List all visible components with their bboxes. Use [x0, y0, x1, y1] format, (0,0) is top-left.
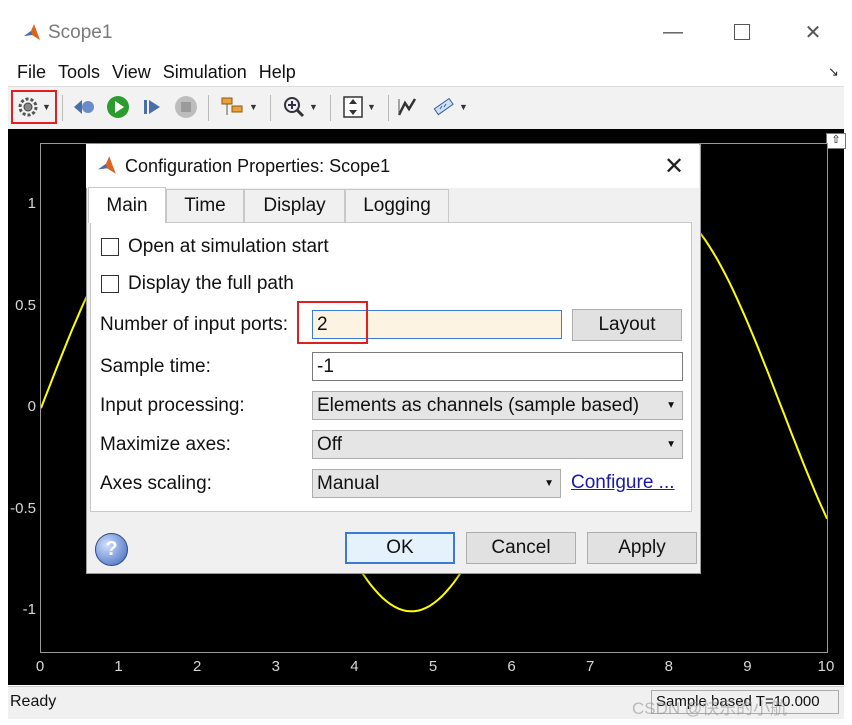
measurement-button[interactable]: ▼: [426, 93, 474, 121]
menu-view[interactable]: View: [112, 62, 151, 83]
x-tick-label: 5: [428, 658, 438, 675]
matlab-logo-icon: [98, 156, 116, 174]
toolbar-separator: [330, 95, 331, 121]
maximize-button[interactable]: [719, 14, 765, 50]
chevron-down-icon: ▼: [249, 102, 258, 112]
toolbar-separator: [62, 95, 63, 121]
toolbar-separator: [208, 95, 209, 121]
stop-icon: [175, 96, 197, 118]
x-tick-label: 10: [817, 658, 835, 675]
expand-icon: ⇧: [831, 134, 841, 146]
step-forward-button[interactable]: [138, 93, 166, 121]
y-tick-label: -0.5: [10, 499, 36, 517]
num-ports-label: Number of input ports:: [100, 314, 288, 335]
tab-display[interactable]: Display: [244, 189, 345, 222]
cursor-icon: [397, 98, 417, 116]
display-full-path-checkbox[interactable]: [101, 275, 119, 293]
input-processing-select[interactable]: Elements as channels (sample based) ▼: [312, 391, 683, 420]
x-tick-label: 8: [664, 658, 673, 675]
chevron-down-icon: ▼: [459, 102, 468, 112]
y-tick-label: 0.5: [15, 296, 36, 314]
cursor-measurements-button[interactable]: [392, 93, 422, 121]
chevron-down-icon: ▼: [666, 400, 676, 411]
x-tick-label: 4: [350, 658, 359, 675]
x-tick-label: 7: [586, 658, 595, 675]
chevron-down-icon: ▼: [544, 478, 554, 489]
menu-tools[interactable]: Tools: [58, 62, 100, 83]
toolbar: ▼ ▼ ▼ ▼ ▼: [8, 86, 844, 130]
close-icon: ✕: [664, 153, 685, 180]
menu-help[interactable]: Help: [259, 62, 296, 83]
open-at-start-checkbox[interactable]: [101, 238, 119, 256]
axes-scaling-label: Axes scaling:: [100, 473, 212, 494]
x-tick-label: 1: [114, 658, 123, 675]
maximize-icon: [734, 24, 750, 40]
y-tick-label: -1: [22, 601, 36, 619]
tab-main[interactable]: Main: [88, 187, 166, 223]
undock-arrow-icon[interactable]: ↘: [828, 64, 839, 80]
run-icon: [107, 96, 129, 118]
layout-button[interactable]: ▼: [214, 93, 264, 121]
undock-plot-button[interactable]: ⇧: [826, 133, 846, 149]
ok-button[interactable]: OK: [345, 532, 455, 564]
x-tick-label: 9: [743, 658, 752, 675]
display-full-path-label: Display the full path: [128, 273, 294, 294]
x-tick-label: 3: [271, 658, 280, 675]
autoscale-icon: [343, 96, 363, 118]
input-processing-label: Input processing:: [100, 395, 245, 416]
window-title: Scope1: [48, 22, 113, 43]
chevron-down-icon: ▼: [666, 439, 676, 450]
axes-scaling-value: Manual: [317, 473, 380, 494]
chevron-down-icon: ▼: [367, 102, 376, 112]
layout-dialog-button[interactable]: Layout: [572, 309, 682, 341]
help-icon: ?: [105, 538, 118, 560]
menu-file[interactable]: File: [17, 62, 46, 83]
menu-bar: File Tools View Simulation Help: [8, 58, 844, 86]
zoom-button[interactable]: ▼: [276, 93, 324, 121]
autoscale-button[interactable]: ▼: [336, 93, 382, 121]
input-processing-value: Elements as channels (sample based): [317, 395, 640, 416]
x-tick-label: 6: [507, 658, 516, 675]
measure-icon: [433, 97, 454, 116]
help-button[interactable]: ?: [95, 533, 128, 566]
y-tick-label: 1: [27, 194, 36, 212]
toolbar-separator: [388, 95, 389, 121]
chevron-down-icon: ▼: [309, 102, 318, 112]
apply-button[interactable]: Apply: [587, 532, 697, 564]
watermark: CSDN @快乐的小航: [632, 699, 788, 718]
highlight-box: [297, 301, 368, 344]
stop-button[interactable]: [172, 93, 200, 121]
tab-logging[interactable]: Logging: [345, 189, 449, 222]
run-button[interactable]: [104, 93, 132, 121]
tab-time[interactable]: Time: [166, 189, 244, 222]
cancel-button[interactable]: Cancel: [466, 532, 576, 564]
minimize-button[interactable]: —: [650, 14, 696, 50]
step-back-icon: [74, 100, 94, 114]
maximize-axes-value: Off: [317, 434, 342, 455]
maximize-axes-select[interactable]: Off ▼: [312, 430, 683, 459]
toolbar-separator: [270, 95, 271, 121]
status-text: Ready: [10, 693, 57, 710]
dialog-title: Configuration Properties: Scope1: [125, 156, 391, 176]
dialog-close-button[interactable]: ✕: [664, 152, 684, 181]
close-button[interactable]: ✕: [790, 14, 836, 50]
y-tick-label: 0: [27, 398, 36, 416]
minimize-icon: —: [663, 20, 683, 43]
maximize-axes-label: Maximize axes:: [100, 434, 231, 455]
sample-time-label: Sample time:: [100, 356, 211, 377]
layout-icon: [221, 97, 243, 115]
configure-link[interactable]: Configure ...: [571, 472, 675, 494]
open-at-start-label: Open at simulation start: [128, 236, 329, 257]
zoom-icon: [284, 97, 305, 118]
x-tick-label: 0: [35, 658, 45, 675]
sample-time-input[interactable]: -1: [312, 352, 683, 381]
step-back-button[interactable]: [70, 93, 98, 121]
menu-simulation[interactable]: Simulation: [163, 62, 247, 83]
axes-scaling-select[interactable]: Manual ▼: [312, 469, 561, 498]
matlab-logo-icon: [24, 24, 40, 40]
close-icon: ✕: [804, 21, 822, 44]
step-forward-icon: [144, 100, 160, 114]
highlight-box: [11, 90, 57, 124]
x-tick-label: 2: [193, 658, 202, 675]
